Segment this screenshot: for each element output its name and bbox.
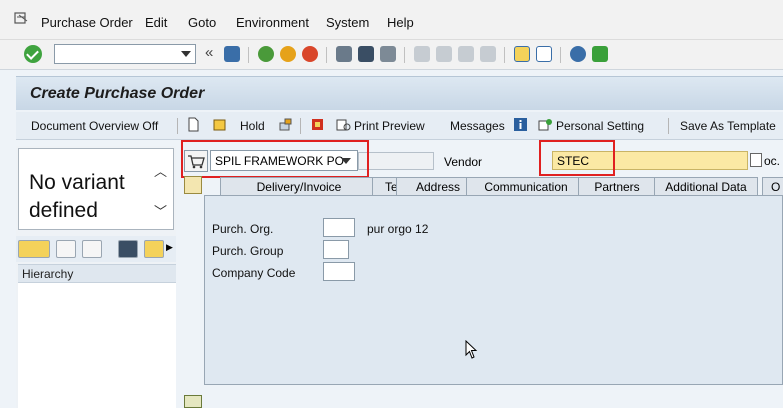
- tab-strip: Delivery/Invoice Texts Address Communica…: [180, 176, 783, 196]
- purch-group-label: Purch. Group: [212, 244, 284, 258]
- document-overview-button[interactable]: Document Overview Off: [31, 119, 158, 133]
- hierarchy-panel: Hierarchy: [18, 264, 176, 408]
- tab-additional-data[interactable]: Additional Data: [654, 177, 758, 196]
- variant-box: No variant defined ︿ ﹀: [18, 148, 174, 230]
- purch-org-label: Purch. Org.: [212, 222, 274, 236]
- enter-check-icon[interactable]: [24, 45, 42, 63]
- tab-content-panel: Purch. Org. pur orgo 12 Purch. Group Com…: [204, 195, 783, 385]
- menu-environment[interactable]: Environment: [236, 15, 309, 30]
- customize-layout-icon[interactable]: [592, 46, 608, 62]
- application-toolbar: Document Overview Off Hold Print Preview…: [16, 112, 783, 140]
- value-help-icon[interactable]: [750, 153, 762, 167]
- first-page-icon[interactable]: [414, 46, 430, 62]
- hold-button[interactable]: Hold: [240, 119, 265, 133]
- messages-button[interactable]: Messages: [450, 119, 505, 133]
- new-document-icon[interactable]: [186, 117, 201, 132]
- page-title: Create Purchase Order: [30, 85, 205, 102]
- chevron-down-icon[interactable]: [181, 51, 191, 57]
- tab-partners[interactable]: Partners: [578, 177, 656, 196]
- flag-icon[interactable]: [310, 117, 325, 132]
- hierarchy-header: Hierarchy: [18, 265, 176, 283]
- chevron-down-icon[interactable]: ﹀: [154, 201, 167, 220]
- company-code-label: Company Code: [212, 266, 296, 280]
- tab-delivery-invoice[interactable]: Delivery/Invoice: [220, 177, 378, 196]
- standard-toolbar: «: [0, 40, 783, 70]
- po-number-field: [358, 152, 434, 170]
- hold-icon[interactable]: [212, 117, 227, 132]
- company-code-input[interactable]: [323, 262, 355, 281]
- more-icon[interactable]: ▶: [166, 242, 173, 253]
- menu-system[interactable]: System: [326, 15, 369, 30]
- menu-goto[interactable]: Goto: [188, 15, 216, 30]
- info-icon[interactable]: [513, 117, 528, 132]
- purch-org-input[interactable]: [323, 218, 355, 237]
- menu-purchase-order[interactable]: Purchase Order: [41, 15, 133, 30]
- print-preview-button[interactable]: Print Preview: [354, 119, 425, 133]
- exit-icon[interactable]: [280, 46, 296, 62]
- next-page-icon[interactable]: [458, 46, 474, 62]
- find-icon[interactable]: [118, 240, 138, 258]
- save-icon[interactable]: [224, 46, 240, 62]
- title-bar: Create Purchase Order: [16, 76, 783, 110]
- back-icon[interactable]: [258, 46, 274, 62]
- new-session-icon[interactable]: [514, 46, 530, 62]
- copy-icon[interactable]: [56, 240, 76, 258]
- find-icon[interactable]: [358, 46, 374, 62]
- find-next-icon[interactable]: [380, 46, 396, 62]
- tab-list-icon[interactable]: [184, 176, 202, 194]
- vendor-name-text: oc.: [764, 154, 781, 168]
- select-icon[interactable]: [144, 240, 164, 258]
- collapse-icon[interactable]: «: [205, 44, 213, 61]
- menu-bar: Purchase Order Edit Goto Environment Sys…: [0, 0, 783, 40]
- print-icon[interactable]: [336, 46, 352, 62]
- highlight-document-type: [181, 140, 369, 178]
- purch-org-description: pur orgo 12: [367, 222, 429, 236]
- previous-page-icon[interactable]: [436, 46, 452, 62]
- tab-communication[interactable]: Communication: [466, 177, 586, 196]
- vendor-label: Vendor: [444, 155, 483, 169]
- left-panel: No variant defined ︿ ﹀ ▶ Hierarchy: [16, 146, 176, 408]
- app-menu-icon[interactable]: [14, 12, 28, 26]
- expand-items-icon[interactable]: [184, 395, 202, 408]
- purch-group-input[interactable]: [323, 240, 349, 259]
- mouse-pointer-icon: [465, 340, 478, 359]
- navigation-toolbar: ▶: [16, 236, 176, 262]
- chevron-up-icon[interactable]: ︿: [154, 161, 167, 180]
- variant-text: No variant defined: [29, 171, 125, 222]
- expand-icon[interactable]: [18, 240, 50, 258]
- refresh-icon[interactable]: [82, 240, 102, 258]
- command-field[interactable]: [54, 44, 196, 64]
- personal-setting-icon[interactable]: [538, 117, 553, 132]
- check-icon[interactable]: [278, 117, 293, 132]
- personal-setting-button[interactable]: Personal Setting: [556, 119, 644, 133]
- save-as-template-button[interactable]: Save As Template: [680, 119, 776, 133]
- menu-edit[interactable]: Edit: [145, 15, 167, 30]
- tab-org-data[interactable]: O: [762, 177, 783, 196]
- highlight-vendor: [539, 140, 615, 176]
- print-preview-icon[interactable]: [336, 117, 351, 132]
- last-page-icon[interactable]: [480, 46, 496, 62]
- help-icon[interactable]: [570, 46, 586, 62]
- cancel-icon[interactable]: [302, 46, 318, 62]
- shortcut-icon[interactable]: [536, 46, 552, 62]
- menu-help[interactable]: Help: [387, 15, 414, 30]
